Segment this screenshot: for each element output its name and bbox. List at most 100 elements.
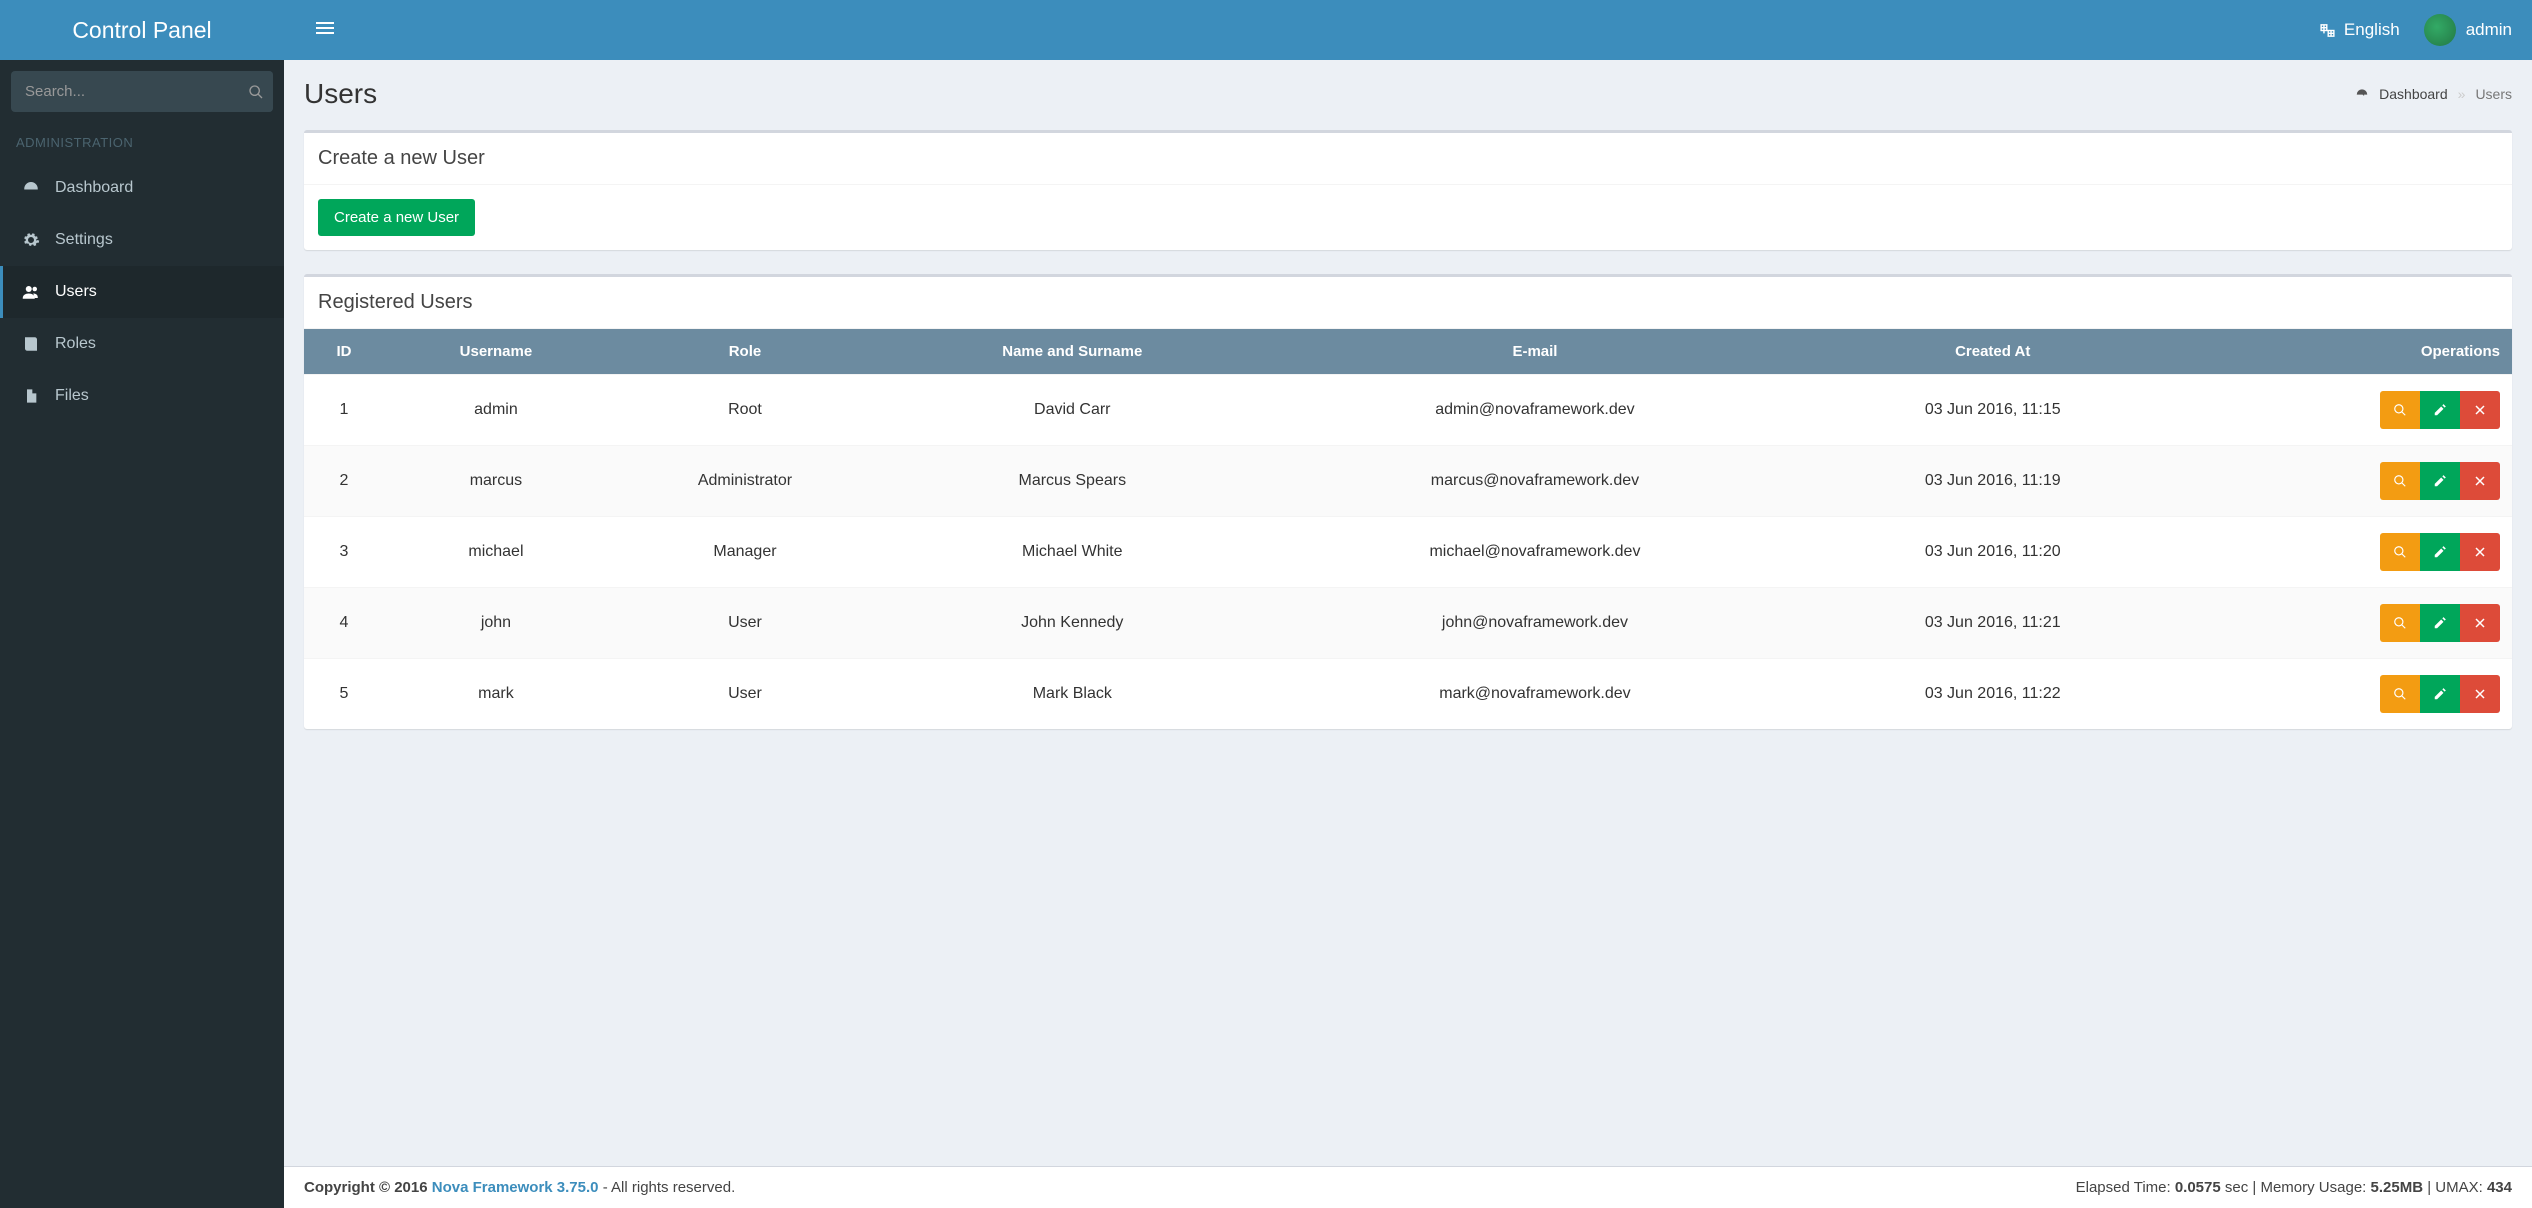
edit-button[interactable]	[2420, 675, 2460, 713]
table-cell: mark@novaframework.dev	[1262, 659, 1807, 730]
search-icon	[2393, 545, 2407, 559]
column-header: Operations	[2178, 329, 2512, 375]
close-icon	[2474, 475, 2486, 487]
users-icon	[21, 282, 41, 302]
operations-cell	[2178, 588, 2512, 659]
table-cell: john@novaframework.dev	[1262, 588, 1807, 659]
file-icon	[21, 386, 41, 406]
search-input[interactable]	[11, 71, 238, 112]
operations-cell	[2178, 659, 2512, 730]
view-button[interactable]	[2380, 462, 2420, 500]
search-icon	[2393, 616, 2407, 630]
table-cell: michael@novaframework.dev	[1262, 517, 1807, 588]
column-header: Role	[608, 329, 882, 375]
table-cell: 4	[304, 588, 384, 659]
users-list-box: Registered Users IDUsernameRoleName and …	[304, 274, 2512, 729]
sidebar-item-roles[interactable]: Roles	[0, 318, 284, 370]
username-label: admin	[2466, 20, 2512, 40]
main-header: Control Panel English admin	[0, 0, 2532, 60]
language-icon	[2319, 22, 2336, 39]
language-picker[interactable]: English	[2319, 20, 2400, 40]
table-row: 4johnUserJohn Kennedyjohn@novaframework.…	[304, 588, 2512, 659]
search-button[interactable]	[238, 71, 273, 112]
view-button[interactable]	[2380, 675, 2420, 713]
sidebar-item-dashboard[interactable]: Dashboard	[0, 162, 284, 214]
table-cell: Root	[608, 375, 882, 446]
table-cell: 03 Jun 2016, 11:21	[1807, 588, 2178, 659]
table-cell: Michael White	[882, 517, 1262, 588]
create-user-box-header: Create a new User	[304, 133, 2512, 185]
table-cell: 5	[304, 659, 384, 730]
view-button[interactable]	[2380, 604, 2420, 642]
content-header: Users Dashboard » Users	[284, 60, 2532, 120]
operations-cell	[2178, 517, 2512, 588]
sidebar-item-label: Users	[55, 283, 97, 301]
sidebar-item-files[interactable]: Files	[0, 370, 284, 422]
search-icon	[2393, 474, 2407, 488]
table-cell: admin@novaframework.dev	[1262, 375, 1807, 446]
users-table: IDUsernameRoleName and SurnameE-mailCrea…	[304, 329, 2512, 729]
sidebar-nav: Dashboard Settings Users RolesFiles	[0, 162, 284, 422]
table-cell: Administrator	[608, 446, 882, 517]
sidebar-item-label: Dashboard	[55, 179, 133, 197]
table-cell: David Carr	[882, 375, 1262, 446]
delete-button[interactable]	[2460, 391, 2500, 429]
column-header: E-mail	[1262, 329, 1807, 375]
sidebar: ADMINISTRATION Dashboard Settings Users Rol…	[0, 60, 284, 1208]
edit-button[interactable]	[2420, 533, 2460, 571]
top-navbar: English admin	[284, 0, 2532, 60]
navbar-right: English admin	[2319, 14, 2512, 46]
dashboard-icon	[21, 178, 41, 198]
table-cell: 1	[304, 375, 384, 446]
table-cell: 3	[304, 517, 384, 588]
table-cell: Manager	[608, 517, 882, 588]
sidebar-section-header: ADMINISTRATION	[0, 123, 284, 162]
close-icon	[2474, 688, 2486, 700]
edit-button[interactable]	[2420, 391, 2460, 429]
table-cell: john	[384, 588, 608, 659]
book-icon	[21, 334, 41, 354]
sidebar-item-users[interactable]: Users	[0, 266, 284, 318]
delete-button[interactable]	[2460, 462, 2500, 500]
language-label: English	[2344, 20, 2400, 40]
users-list-box-header: Registered Users	[304, 277, 2512, 329]
table-cell: Mark Black	[882, 659, 1262, 730]
user-menu[interactable]: admin	[2424, 14, 2512, 46]
delete-button[interactable]	[2460, 604, 2500, 642]
delete-button[interactable]	[2460, 533, 2500, 571]
breadcrumb-current: Users	[2475, 86, 2512, 102]
content: Create a new User Create a new User Regi…	[284, 120, 2532, 773]
breadcrumb: Dashboard » Users	[2355, 86, 2512, 102]
sidebar-item-settings[interactable]: Settings	[0, 214, 284, 266]
breadcrumb-home[interactable]: Dashboard	[2379, 86, 2448, 102]
column-header: ID	[304, 329, 384, 375]
edit-button[interactable]	[2420, 462, 2460, 500]
sidebar-item-label: Settings	[55, 231, 113, 249]
edit-button[interactable]	[2420, 604, 2460, 642]
view-button[interactable]	[2380, 533, 2420, 571]
sidebar-toggle-button[interactable]	[304, 19, 346, 42]
pencil-icon	[2433, 545, 2447, 559]
table-cell: User	[608, 659, 882, 730]
footer-framework-link[interactable]: Nova Framework 3.75.0	[432, 1179, 599, 1196]
table-row: 5markUserMark Blackmark@novaframework.de…	[304, 659, 2512, 730]
operations-button-group	[2380, 391, 2500, 429]
operations-button-group	[2380, 533, 2500, 571]
table-row: 2marcusAdministratorMarcus Spearsmarcus@…	[304, 446, 2512, 517]
view-button[interactable]	[2380, 391, 2420, 429]
sidebar-search	[0, 60, 284, 123]
create-user-button[interactable]: Create a new User	[318, 199, 475, 236]
pencil-icon	[2433, 687, 2447, 701]
table-cell: marcus@novaframework.dev	[1262, 446, 1807, 517]
table-cell: John Kennedy	[882, 588, 1262, 659]
delete-button[interactable]	[2460, 675, 2500, 713]
brand-logo[interactable]: Control Panel	[0, 0, 284, 60]
table-cell: admin	[384, 375, 608, 446]
content-wrapper: Users Dashboard » Users Create a new Use…	[284, 60, 2532, 1166]
pencil-icon	[2433, 474, 2447, 488]
brand-text: Control Panel	[72, 17, 211, 44]
pencil-icon	[2433, 616, 2447, 630]
close-icon	[2474, 546, 2486, 558]
page-title: Users	[304, 78, 377, 110]
table-row: 3michaelManagerMichael Whitemichael@nova…	[304, 517, 2512, 588]
